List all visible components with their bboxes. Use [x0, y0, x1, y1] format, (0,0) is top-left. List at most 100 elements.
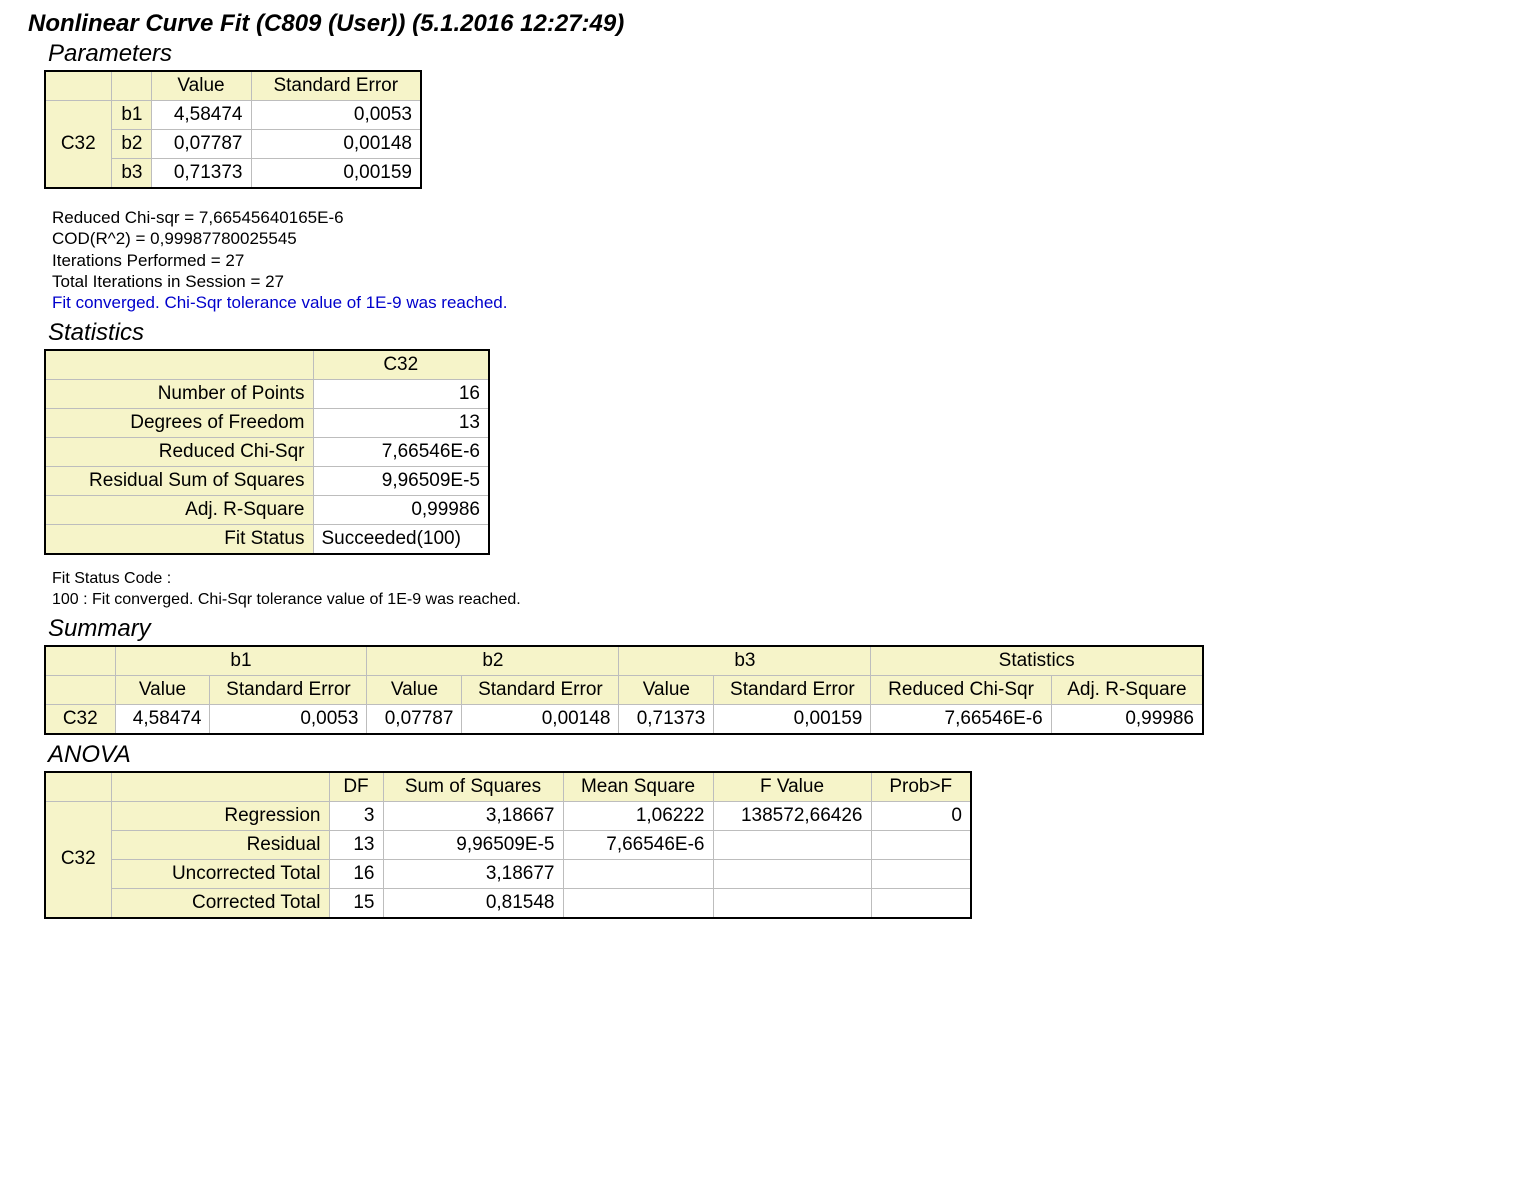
header-cell: Standard Error — [210, 675, 367, 704]
cell: 13 — [329, 830, 383, 859]
statistics-table: C32 Number of Points16 Degrees of Freedo… — [44, 349, 490, 555]
note-line: 100 : Fit converged. Chi-Sqr tolerance v… — [52, 590, 1498, 611]
note-line: Iterations Performed = 27 — [52, 250, 1498, 271]
cell: 15 — [329, 888, 383, 918]
anova-label: Uncorrected Total — [111, 859, 329, 888]
header-cell: Value — [151, 71, 251, 101]
header-cell: Value — [367, 675, 462, 704]
note-line: Total Iterations in Session = 27 — [52, 271, 1498, 292]
cell: 0,71373 — [619, 704, 714, 734]
header-cell: Value — [619, 675, 714, 704]
table-row: Value Standard Error — [45, 71, 421, 101]
header-cell: DF — [329, 772, 383, 802]
cell: 7,66546E-6 — [563, 830, 713, 859]
section-statistics: Statistics — [48, 319, 1498, 347]
cell — [713, 830, 871, 859]
header-cell: Adj. R-Square — [1051, 675, 1203, 704]
table-row: Uncorrected Total 16 3,18677 — [45, 859, 971, 888]
header-cell — [45, 646, 115, 676]
table-row: Corrected Total 15 0,81548 — [45, 888, 971, 918]
fit-notes: Reduced Chi-sqr = 7,66545640165E-6 COD(R… — [52, 207, 1498, 313]
table-row: C32 b1 4,58474 0,0053 — [45, 101, 421, 130]
header-cell: Mean Square — [563, 772, 713, 802]
section-summary: Summary — [48, 615, 1498, 643]
header-cell — [45, 772, 111, 802]
table-row: Fit StatusSucceeded(100) — [45, 525, 489, 555]
stat-label: Adj. R-Square — [45, 496, 313, 525]
anova-table: DF Sum of Squares Mean Square F Value Pr… — [44, 771, 972, 919]
cell: 3,18677 — [383, 859, 563, 888]
anova-label: Residual — [111, 830, 329, 859]
cell — [713, 859, 871, 888]
header-cell: b1 — [115, 646, 367, 676]
header-cell: Prob>F — [871, 772, 971, 802]
header-cell — [111, 772, 329, 802]
fit-status-note: Fit Status Code : 100 : Fit converged. C… — [52, 569, 1498, 611]
note-line: Fit Status Code : — [52, 569, 1498, 590]
param-value: 0,07787 — [151, 130, 251, 159]
param-stderr: 0,00148 — [251, 130, 421, 159]
cell: 7,66546E-6 — [871, 704, 1051, 734]
page-title: Nonlinear Curve Fit (C809 (User)) (5.1.2… — [28, 10, 1498, 38]
table-row: Reduced Chi-Sqr7,66546E-6 — [45, 438, 489, 467]
param-stderr: 0,00159 — [251, 159, 421, 189]
cell: 0,00159 — [714, 704, 871, 734]
header-cell: Value — [115, 675, 210, 704]
stat-value: Succeeded(100) — [313, 525, 489, 555]
header-cell: Statistics — [871, 646, 1203, 676]
header-cell: C32 — [313, 350, 489, 380]
stat-value: 9,96509E-5 — [313, 467, 489, 496]
note-line: COD(R^2) = 0,99987780025545 — [52, 228, 1498, 249]
table-row: C32 4,58474 0,0053 0,07787 0,00148 0,713… — [45, 704, 1203, 734]
table-row: b1 b2 b3 Statistics — [45, 646, 1203, 676]
table-row: Adj. R-Square0,99986 — [45, 496, 489, 525]
anova-label: Corrected Total — [111, 888, 329, 918]
cell: 0,07787 — [367, 704, 462, 734]
param-name: b1 — [111, 101, 151, 130]
header-cell — [45, 675, 115, 704]
header-cell — [45, 71, 111, 101]
note-line: Reduced Chi-sqr = 7,66545640165E-6 — [52, 207, 1498, 228]
table-row: Residual 13 9,96509E-5 7,66546E-6 — [45, 830, 971, 859]
stat-label: Reduced Chi-Sqr — [45, 438, 313, 467]
stat-value: 13 — [313, 409, 489, 438]
header-cell — [45, 350, 313, 380]
anova-label: Regression — [111, 801, 329, 830]
cell: 0,81548 — [383, 888, 563, 918]
param-stderr: 0,0053 — [251, 101, 421, 130]
header-cell: b3 — [619, 646, 871, 676]
cell: 138572,66426 — [713, 801, 871, 830]
cell: 0 — [871, 801, 971, 830]
param-value: 0,71373 — [151, 159, 251, 189]
stat-label: Residual Sum of Squares — [45, 467, 313, 496]
param-name: b3 — [111, 159, 151, 189]
header-cell: Standard Error — [714, 675, 871, 704]
row-group: C32 — [45, 101, 111, 189]
table-row: Number of Points16 — [45, 380, 489, 409]
stat-value: 0,99986 — [313, 496, 489, 525]
cell — [713, 888, 871, 918]
row-group: C32 — [45, 801, 111, 918]
cell: 3,18667 — [383, 801, 563, 830]
header-cell: b2 — [367, 646, 619, 676]
stat-label: Fit Status — [45, 525, 313, 555]
section-anova: ANOVA — [48, 741, 1498, 769]
table-row: C32 — [45, 350, 489, 380]
cell: 0,99986 — [1051, 704, 1203, 734]
cell — [871, 859, 971, 888]
cell: 0,0053 — [210, 704, 367, 734]
table-row: Degrees of Freedom13 — [45, 409, 489, 438]
table-row: Value Standard Error Value Standard Erro… — [45, 675, 1203, 704]
table-row: Residual Sum of Squares9,96509E-5 — [45, 467, 489, 496]
param-name: b2 — [111, 130, 151, 159]
cell — [871, 830, 971, 859]
cell: 4,58474 — [115, 704, 210, 734]
cell: 16 — [329, 859, 383, 888]
header-cell: Sum of Squares — [383, 772, 563, 802]
cell: 0,00148 — [462, 704, 619, 734]
row-group: C32 — [45, 704, 115, 734]
header-cell: Standard Error — [462, 675, 619, 704]
converged-message: Fit converged. Chi-Sqr tolerance value o… — [52, 292, 1498, 313]
table-row: C32 Regression 3 3,18667 1,06222 138572,… — [45, 801, 971, 830]
header-cell: F Value — [713, 772, 871, 802]
